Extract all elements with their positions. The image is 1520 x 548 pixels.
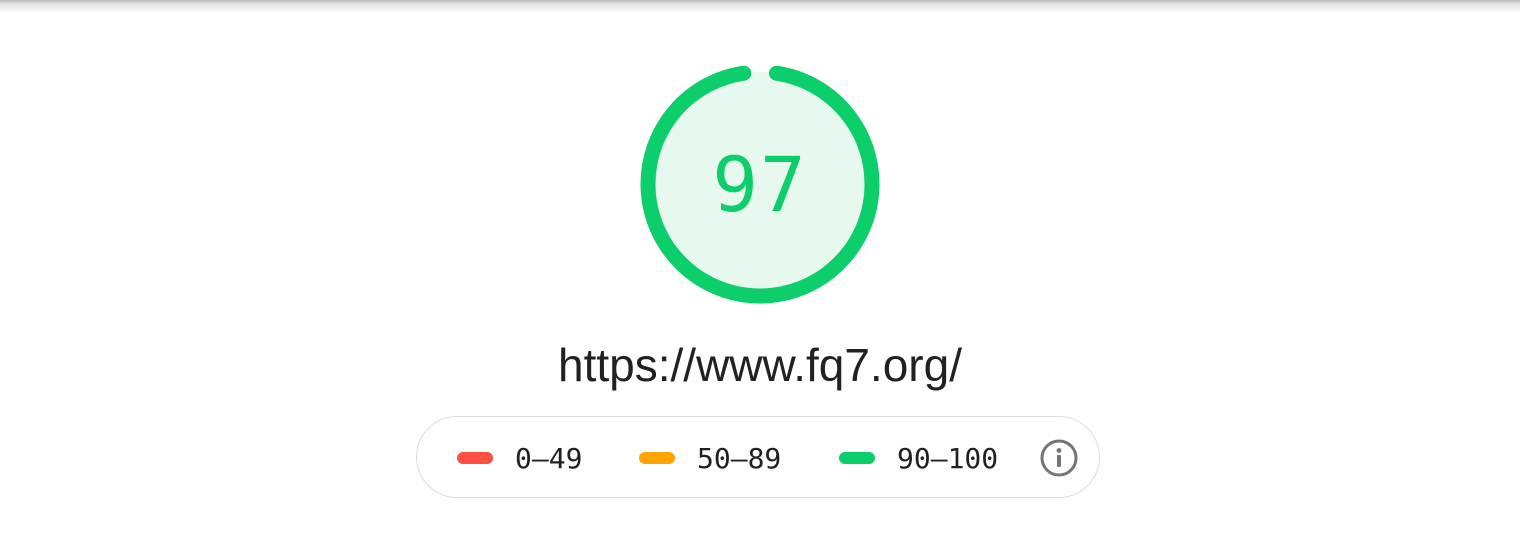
legend-item-pass: 90–100 (839, 417, 998, 499)
fail-swatch (457, 452, 493, 464)
page-url: https://www.fq7.org/ (558, 339, 962, 391)
score-gauge: 97 (640, 64, 880, 304)
pass-swatch (839, 452, 875, 464)
legend-item-fail: 0–49 (457, 417, 582, 499)
average-swatch (639, 452, 675, 464)
info-icon (1040, 439, 1078, 477)
info-button[interactable] (1039, 438, 1079, 478)
score-legend: 0–49 50–89 90–100 (416, 416, 1100, 498)
legend-label-fail: 0–49 (515, 441, 583, 475)
score-value: 97 (712, 139, 808, 229)
legend-label-average: 50–89 (697, 441, 782, 475)
top-shadow (0, 0, 1520, 14)
legend-item-average: 50–89 (639, 417, 781, 499)
legend-label-pass: 90–100 (897, 441, 999, 475)
